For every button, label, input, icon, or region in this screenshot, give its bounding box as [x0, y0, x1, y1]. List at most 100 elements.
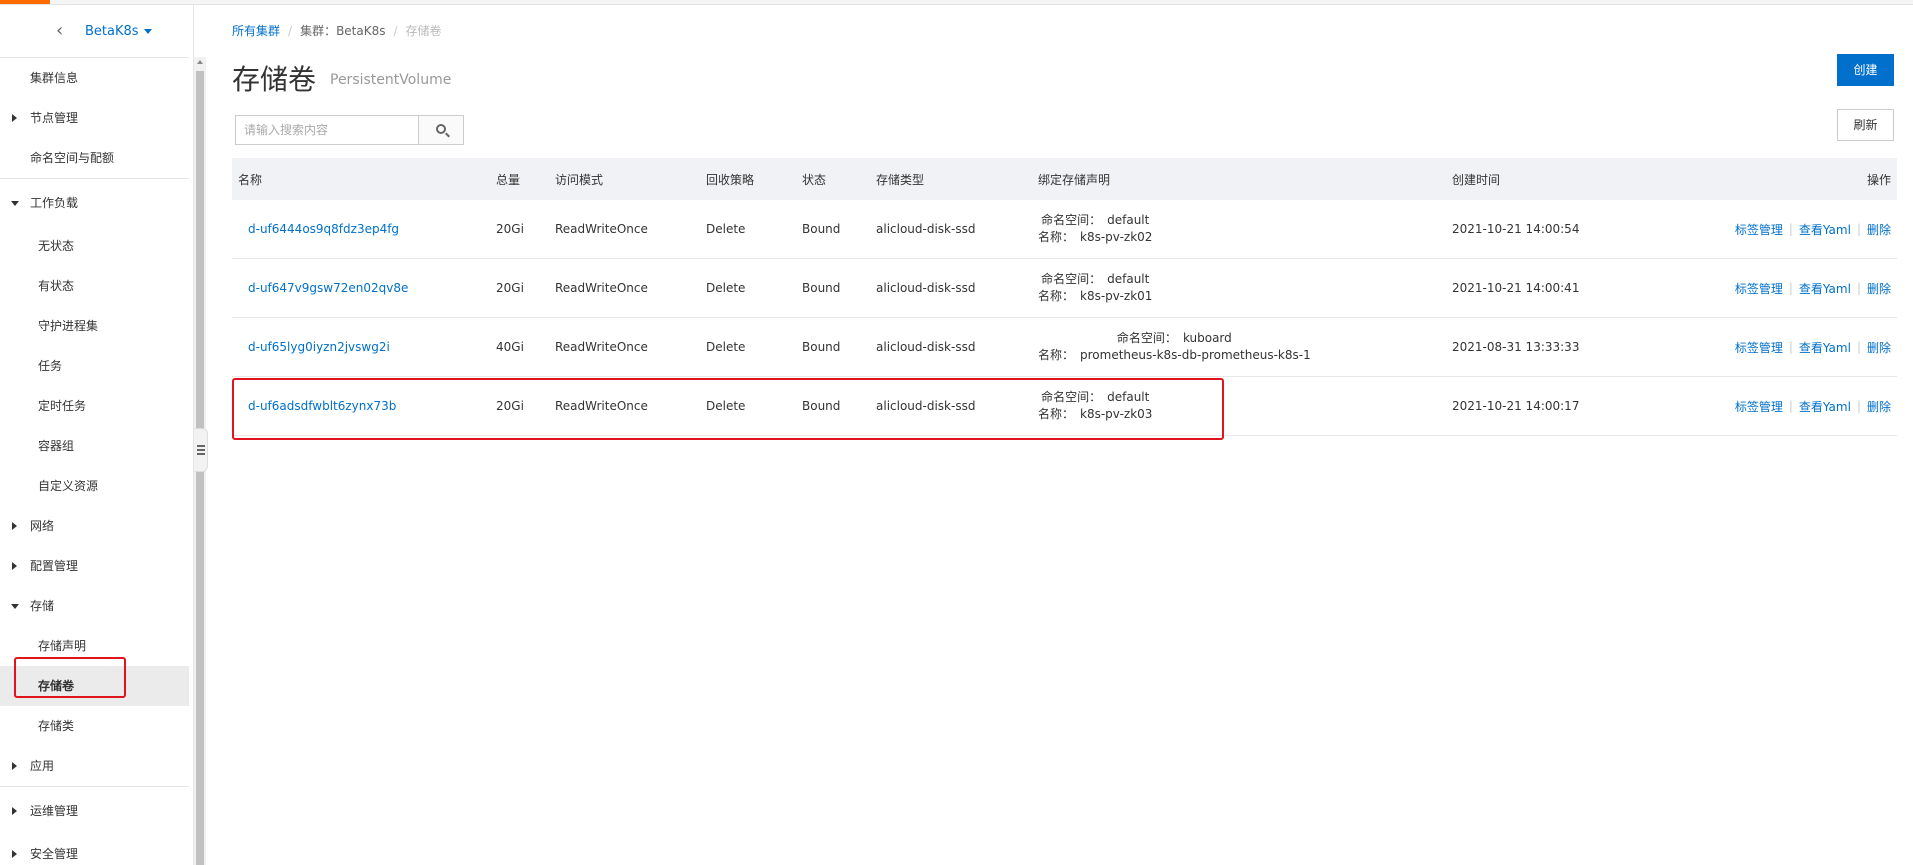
sidebar-item-operations[interactable]: 运维管理 [0, 786, 189, 834]
sidebar-item-pods[interactable]: 容器组 [0, 426, 189, 466]
tag-manage-link[interactable]: 标签管理 [1735, 280, 1783, 297]
sidebar-item-storage[interactable]: 存储 [0, 586, 189, 626]
sidebar-item-cluster-info[interactable]: 集群信息 [0, 58, 189, 98]
page-title: 存储卷 [232, 63, 317, 96]
sidebar-item-jobs[interactable]: 任务 [0, 346, 189, 386]
pv-capacity: 20Gi [496, 281, 524, 295]
claim-namespace-line: 命名空间： default [1041, 271, 1149, 288]
breadcrumb-cluster[interactable]: 集群：BetaK8s [300, 24, 385, 38]
back-arrow-icon[interactable]: ‹ [56, 22, 70, 40]
page-subtitle: PersistentVolume [330, 72, 452, 88]
delete-link[interactable]: 删除 [1867, 221, 1891, 238]
refresh-button[interactable]: 刷新 [1837, 109, 1894, 141]
breadcrumb-separator: / [288, 24, 293, 38]
pv-status: Bound [802, 340, 841, 354]
column-header-capacity[interactable]: 总量 [496, 158, 520, 200]
column-header-claim[interactable]: 绑定存储声明 [1038, 158, 1110, 200]
view-yaml-link[interactable]: 查看Yaml [1799, 280, 1851, 297]
sidebar-item-deployments[interactable]: 无状态 [0, 226, 189, 266]
pv-name-link[interactable]: d-uf6444os9q8fdz3ep4fg [248, 200, 399, 258]
column-header-actions: 操作 [1866, 172, 1891, 187]
pv-status: Bound [802, 281, 841, 295]
tag-manage-link[interactable]: 标签管理 [1735, 339, 1783, 356]
annotation-highlight-row [232, 378, 1224, 440]
pv-created: 2021-10-21 14:00:41 [1452, 281, 1580, 295]
view-yaml-link[interactable]: 查看Yaml [1799, 339, 1851, 356]
caret-down-icon [11, 201, 19, 206]
menu-collapse-icon [197, 445, 205, 447]
action-separator: | [1788, 281, 1793, 295]
column-header-status[interactable]: 状态 [802, 158, 826, 200]
search-input[interactable] [236, 116, 418, 144]
action-separator: | [1788, 222, 1793, 236]
sidebar-item-cronjobs[interactable]: 定时任务 [0, 386, 189, 426]
caret-down-icon [11, 604, 19, 609]
sidebar-item-security[interactable]: 安全管理 [0, 834, 189, 865]
sidebar-item-config[interactable]: 配置管理 [0, 546, 189, 586]
claim-namespace-value: default [1107, 272, 1150, 286]
cluster-name: BetaK8s [85, 24, 139, 39]
sidebar-collapse-toggle[interactable] [194, 428, 208, 472]
sidebar-item-network[interactable]: 网络 [0, 506, 189, 546]
sidebar-header: ‹ BetaK8s [0, 5, 189, 58]
column-header-access-mode[interactable]: 访问模式 [555, 158, 603, 200]
claim-namespace-line: 命名空间： default [1041, 212, 1149, 229]
pv-name-link[interactable]: d-uf647v9gsw72en02qv8e [248, 259, 408, 317]
sidebar-item-custom-resources[interactable]: 自定义资源 [0, 466, 189, 506]
sidebar-item-label: 无状态 [38, 239, 75, 253]
sidebar-item-statefulsets[interactable]: 有状态 [0, 266, 189, 306]
tag-manage-link[interactable]: 标签管理 [1735, 221, 1783, 238]
sidebar-item-workloads[interactable]: 工作负载 [0, 178, 189, 226]
row-actions: 标签管理 | 查看Yaml | 删除 [1735, 259, 1891, 317]
sidebar-item-storageclass[interactable]: 存储类 [0, 706, 189, 746]
sidebar-item-label: 守护进程集 [38, 319, 99, 333]
sidebar-item-namespaces[interactable]: 命名空间与配额 [0, 138, 189, 178]
sidebar-item-label: 工作负载 [30, 196, 79, 210]
claim-name-label: 名称： [1038, 289, 1075, 303]
search-icon [436, 124, 446, 134]
main-content: 所有集群 / 集群：BetaK8s / 存储卷 存储卷 PersistentVolume… [232, 5, 1897, 865]
pv-claim: 命名空间： default 名称： k8s-pv-zk02 [1038, 200, 1152, 258]
view-yaml-link[interactable]: 查看Yaml [1799, 221, 1851, 238]
pv-access-mode: ReadWriteOnce [555, 222, 648, 236]
sidebar-item-label: 安全管理 [30, 847, 79, 861]
breadcrumb-all-clusters[interactable]: 所有集群 [232, 24, 280, 38]
sidebar-item-label: 任务 [38, 359, 63, 373]
pv-name-link[interactable]: d-uf65lyg0iyzn2jvswg2i [248, 318, 390, 376]
sidebar-item-daemonsets[interactable]: 守护进程集 [0, 306, 189, 346]
delete-link[interactable]: 删除 [1867, 398, 1891, 415]
column-header-storage-class[interactable]: 存储类型 [876, 158, 924, 200]
claim-name-label: 名称： [1038, 230, 1075, 244]
scroll-up-icon[interactable] [197, 60, 203, 64]
action-separator: | [1856, 222, 1861, 236]
create-button[interactable]: 创建 [1837, 54, 1894, 86]
caret-right-icon [12, 850, 17, 858]
tag-manage-link[interactable]: 标签管理 [1735, 398, 1783, 415]
sidebar-item-label: 网络 [30, 519, 55, 533]
pv-capacity: 40Gi [496, 340, 524, 354]
sidebar-item-label: 存储声明 [38, 639, 87, 653]
chevron-down-icon [143, 29, 152, 34]
row-actions: 标签管理 | 查看Yaml | 删除 [1735, 200, 1891, 258]
sidebar-item-label: 定时任务 [38, 399, 87, 413]
annotation-highlight-sidebar [14, 657, 126, 698]
caret-right-icon [12, 562, 17, 570]
table-row: d-uf647v9gsw72en02qv8e 20Gi ReadWriteOnc… [232, 259, 1897, 318]
sidebar-item-label: 配置管理 [30, 559, 79, 573]
sidebar-menu: 集群信息 节点管理 命名空间与配额 工作负载 无状态 有状态 守护进程集 任务 … [0, 58, 193, 865]
sidebar-item-label: 运维管理 [30, 804, 79, 818]
cluster-selector[interactable]: BetaK8s [85, 24, 152, 39]
sidebar-item-nodes[interactable]: 节点管理 [0, 98, 189, 138]
column-header-created[interactable]: 创建时间 [1452, 158, 1500, 200]
column-header-reclaim-policy[interactable]: 回收策略 [706, 158, 754, 200]
column-header-name[interactable]: 名称 [238, 158, 262, 200]
delete-link[interactable]: 删除 [1867, 339, 1891, 356]
delete-link[interactable]: 删除 [1867, 280, 1891, 297]
search-box [235, 115, 419, 145]
claim-namespace-label: 命名空间： [1041, 272, 1102, 286]
sidebar-item-label: 节点管理 [30, 111, 79, 125]
search-button[interactable] [418, 115, 464, 145]
view-yaml-link[interactable]: 查看Yaml [1799, 398, 1851, 415]
claim-name-value: prometheus-k8s-db-prometheus-k8s-1 [1080, 348, 1311, 362]
sidebar-item-apps[interactable]: 应用 [0, 746, 189, 786]
